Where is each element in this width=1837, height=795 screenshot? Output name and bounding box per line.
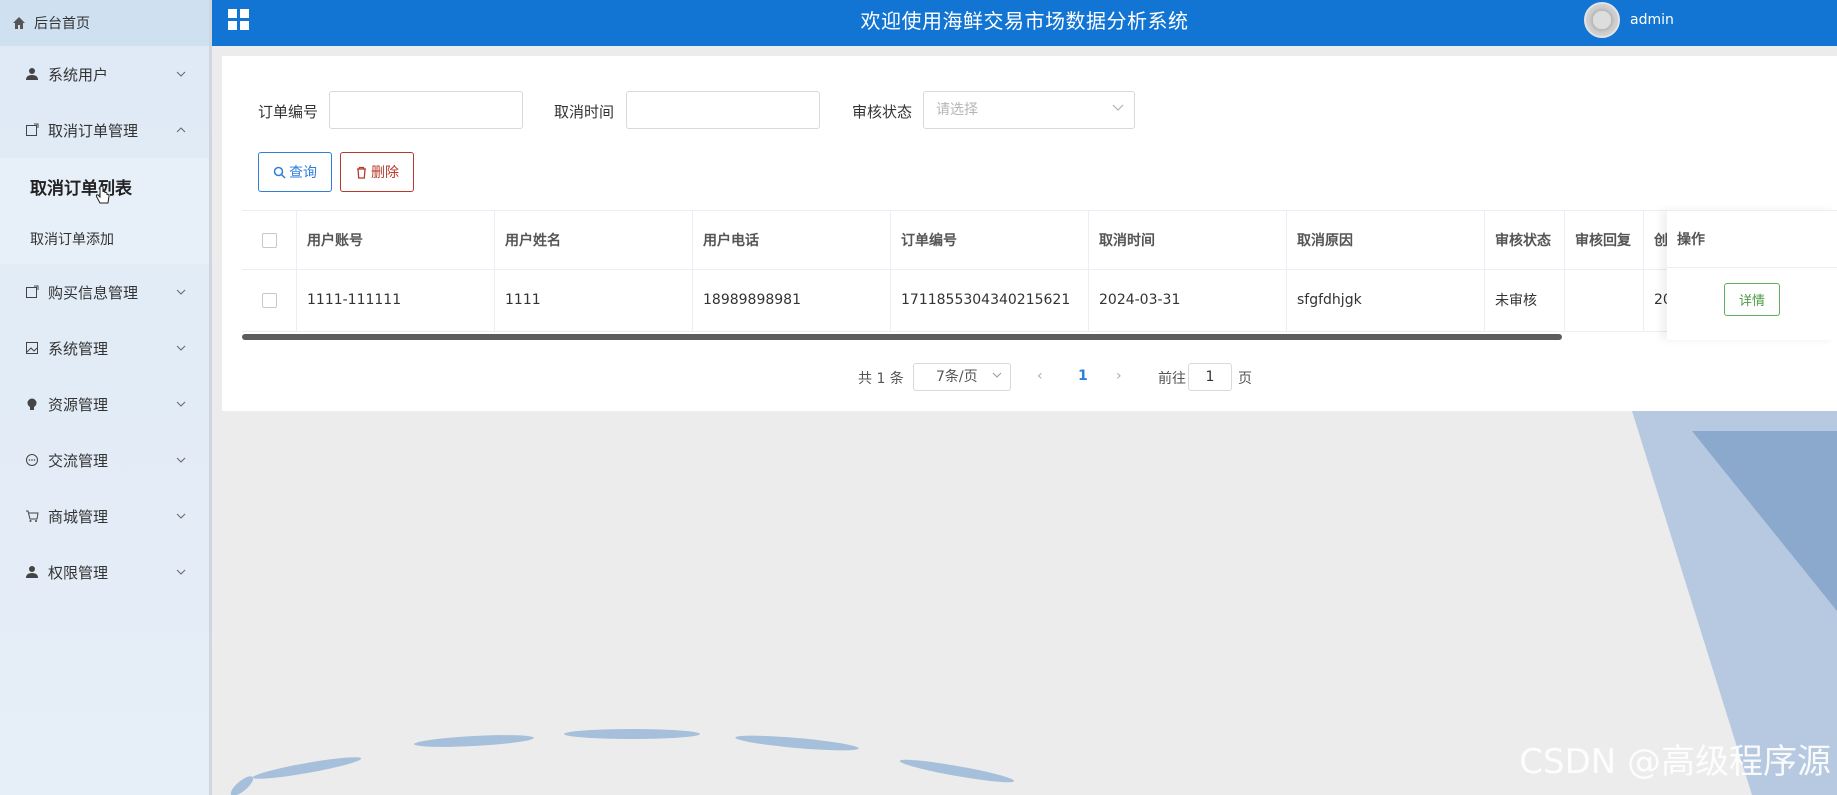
column-header: 操作 (1667, 210, 1837, 268)
order-no-input[interactable] (329, 91, 523, 129)
image-icon (24, 340, 40, 356)
cancel-time-label: 取消时间 (554, 103, 615, 121)
sidebar-subitem-cancel-order-add[interactable]: 取消订单添加 (0, 214, 209, 264)
sidebar-item-permissions[interactable]: 权限管理 (0, 544, 209, 600)
sidebar-item-label: 资源管理 (48, 395, 109, 414)
search-form: 订单编号 取消时间 审核状态 请选择 (222, 91, 1837, 131)
action-cell: 详情 (1667, 268, 1837, 330)
row-select-cell (242, 269, 297, 331)
column-header[interactable]: 用户姓名 (495, 211, 693, 269)
home-icon (13, 17, 25, 29)
select-all-checkbox[interactable] (261, 232, 277, 248)
doc-icon (24, 284, 40, 300)
column-header[interactable]: 用户电话 (693, 211, 891, 269)
cell-name: 1111 (495, 269, 693, 331)
sidebar-item-purchase-info[interactable]: 购买信息管理 (0, 264, 209, 320)
column-header[interactable]: 取消原因 (1287, 211, 1485, 269)
sidebar-item-mall[interactable]: 商城管理 (0, 488, 209, 544)
chevron-up-icon (175, 124, 187, 136)
cell-cancel-time: 2024-03-31 (1089, 269, 1287, 331)
username[interactable]: admin (1630, 12, 1674, 28)
audit-status-select[interactable]: 请选择 (923, 91, 1135, 129)
sidebar-item-label: 购买信息管理 (48, 283, 139, 302)
page-suffix: 页 (1238, 371, 1252, 387)
avatar[interactable] (1584, 2, 1620, 38)
query-button-label: 查询 (289, 165, 317, 181)
chat-icon (24, 452, 40, 468)
cell-phone: 18989898981 (693, 269, 891, 331)
sidebar-home-label: 后台首页 (34, 16, 90, 32)
horizontal-scrollbar[interactable] (242, 334, 1562, 340)
sidebar-item-label: 取消订单管理 (48, 121, 139, 140)
goto-label: 前往 (1158, 371, 1186, 387)
query-button[interactable]: 查询 (258, 152, 332, 192)
next-page-button[interactable]: › (1116, 368, 1122, 384)
chevron-down-icon (992, 372, 1002, 378)
column-header[interactable]: 审核状态 (1485, 211, 1565, 269)
table-row: 1111-111111 1111 18989898981 17118553043… (242, 269, 1837, 332)
trash-icon (357, 166, 366, 179)
column-header[interactable]: 审核回复 (1565, 211, 1644, 269)
sidebar-item-label: 商城管理 (48, 507, 109, 526)
audit-status-placeholder: 请选择 (936, 102, 978, 118)
hand-cursor-icon (95, 186, 110, 204)
cell-reply (1565, 269, 1644, 331)
chevron-down-icon (1112, 104, 1124, 111)
sidebar-item-cancel-orders[interactable]: 取消订单管理 (0, 102, 209, 158)
table-header: 用户账号 用户姓名 用户电话 订单编号 取消时间 取消原因 审核状态 审核回复 … (242, 210, 1837, 270)
sidebar-home[interactable]: 后台首页 (0, 0, 209, 46)
user-icon (24, 66, 40, 82)
chevron-down-icon (175, 342, 187, 354)
doc-icon (24, 122, 40, 138)
chevron-down-icon (175, 68, 187, 80)
sidebar-item-label: 系统用户 (48, 65, 109, 84)
user-icon (24, 564, 40, 580)
detail-button[interactable]: 详情 (1723, 282, 1780, 316)
submenu-cancel-orders: 取消订单列表 取消订单添加 (0, 158, 209, 264)
sidebar: 后台首页 系统用户 取消订单管理 取消订单列表 取消订单添加 购买信息管理 系统… (0, 0, 212, 795)
prev-page-button[interactable]: ‹ (1037, 368, 1043, 384)
current-page[interactable]: 1 (1078, 368, 1088, 384)
sidebar-item-system-management[interactable]: 系统管理 (0, 320, 209, 376)
watermark: CSDN @高级程序源 (1519, 742, 1831, 782)
delete-button-label: 删除 (371, 165, 399, 181)
chevron-down-icon (175, 398, 187, 410)
sidebar-item-communication[interactable]: 交流管理 (0, 432, 209, 488)
audit-status-label: 审核状态 (852, 103, 913, 121)
sidebar-item-label: 交流管理 (48, 451, 109, 470)
cell-order-no: 1711855304340215621 (891, 269, 1089, 331)
column-header[interactable]: 用户账号 (297, 211, 495, 269)
chevron-down-icon (175, 510, 187, 522)
data-table: 用户账号 用户姓名 用户电话 订单编号 取消时间 取消原因 审核状态 审核回复 … (242, 210, 1837, 342)
chevron-down-icon (175, 286, 187, 298)
search-icon (273, 166, 286, 179)
top-header: 欢迎使用海鲜交易市场数据分析系统 admin (212, 0, 1837, 46)
cell-account: 1111-111111 (297, 269, 495, 331)
order-no-label: 订单编号 (258, 103, 319, 121)
chevron-down-icon (175, 566, 187, 578)
sidebar-item-resource-management[interactable]: 资源管理 (0, 376, 209, 432)
row-checkbox[interactable] (261, 292, 277, 308)
sidebar-item-label: 权限管理 (48, 563, 109, 582)
cancel-time-input[interactable] (626, 91, 820, 129)
goto-page-input[interactable]: 1 (1188, 363, 1232, 391)
sidebar-item-system-users[interactable]: 系统用户 (0, 46, 209, 102)
cart-icon (24, 508, 40, 524)
fixed-action-column: 操作 详情 (1667, 210, 1837, 340)
column-header[interactable]: 订单编号 (891, 211, 1089, 269)
bulb-icon (24, 396, 40, 412)
pagination-total: 共 1 条 (858, 371, 904, 387)
content-panel: 订单编号 取消时间 审核状态 请选择 查询 删除 用户账号 用户姓名 用户电话 … (222, 56, 1837, 411)
pagination: 共 1 条 7条/页 ‹ 1 › 前往 1 页 (222, 362, 1837, 392)
select-all-cell (242, 211, 297, 269)
column-header[interactable]: 取消时间 (1089, 211, 1287, 269)
page-size-value: 7条/页 (936, 369, 978, 385)
cell-status: 未审核 (1485, 269, 1565, 331)
sidebar-item-label: 系统管理 (48, 339, 109, 358)
page-size-select[interactable]: 7条/页 (913, 363, 1011, 391)
delete-button[interactable]: 删除 (340, 152, 414, 192)
chevron-down-icon (175, 454, 187, 466)
cell-reason: sfgfdhjgk (1287, 269, 1485, 331)
